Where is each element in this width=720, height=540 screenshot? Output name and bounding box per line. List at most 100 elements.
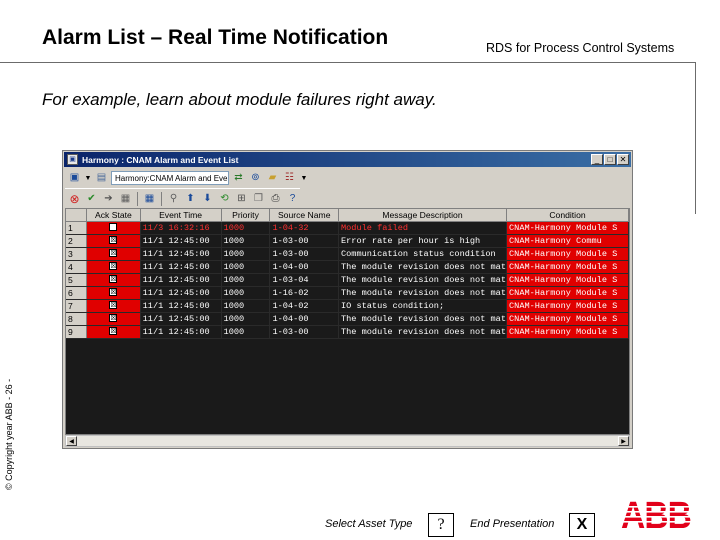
copy-icon[interactable]: ❐ [251,191,266,206]
calendar-icon[interactable]: ▦ [142,191,157,206]
location-combo-value: Harmony:CNAM Alarm and Event Lis [115,173,228,183]
table-header-row: Ack State Event Time Priority Source Nam… [66,209,629,222]
column-header-event-time[interactable]: Event Time [140,209,222,222]
priority-cell: 1000 [221,299,271,313]
column-header-condition[interactable]: Condition [506,209,629,222]
empty-cell [507,351,629,364]
column-header-priority[interactable]: Priority [221,209,271,222]
column-header-ack-state[interactable]: Ack State [86,209,141,222]
down-icon[interactable]: ⬇ [200,191,215,206]
table-row[interactable]: 3 ☒ 11/1 12:45:00 1000 1-03-00 Communication … [66,247,629,261]
stop-icon[interactable]: ⊗ [67,191,82,206]
table-row[interactable]: 9 ☒ 11/1 12:45:00 1000 1-03-00 The module rev… [66,325,629,339]
ack-state-cell: ☒ [86,312,141,326]
end-presentation-label: End Presentation [470,518,555,530]
window-titlebar[interactable]: ▣ Harmony : CNAM Alarm and Event List _ … [64,152,631,167]
event-time-cell: 11/1 12:45:00 [140,247,222,261]
refresh-icon[interactable]: ⟲ [217,191,232,206]
list-icon[interactable]: ▤ [94,171,109,186]
empty-cell [507,403,629,416]
condition-cell: CNAM-Harmony Module S [506,312,629,326]
row-number: 1 [66,221,88,235]
ack-checkbox[interactable]: ☒ [109,327,118,336]
print-icon[interactable]: ⎙ [268,191,283,206]
column-header-message-description[interactable]: Message Description [338,209,508,222]
window-controls: _ □ ✕ [591,154,629,165]
ack-state-cell: ☒ [86,260,141,274]
group-icon[interactable]: ▦ [118,191,133,206]
scroll-right-icon[interactable]: ▶ [618,436,629,446]
ack-checkbox[interactable]: ☒ [109,288,118,297]
minimize-button[interactable]: _ [591,154,603,165]
scroll-left-icon[interactable]: ◀ [66,436,77,446]
event-time-cell: 11/1 12:45:00 [140,234,222,248]
filter-icon[interactable]: ⊞ [234,191,249,206]
ack-checkbox[interactable] [109,223,118,232]
message-description-cell: The module revision does not mat [338,286,508,300]
help-icon[interactable]: ? [285,191,300,206]
table-row[interactable]: 8 ☒ 11/1 12:45:00 1000 1-04-00 The module rev… [66,312,629,326]
window-icon[interactable]: ▣ [67,171,82,186]
ack-checkbox[interactable]: ☒ [109,262,118,271]
ack-checkbox[interactable]: ☒ [109,249,118,258]
empty-cell [507,338,629,351]
folder-icon[interactable]: ▰ [265,171,280,186]
empty-cell [221,351,270,364]
select-asset-type-button[interactable]: ? [428,513,454,537]
event-time-cell: 11/3 16:32:16 [140,221,222,235]
empty-cell [338,403,506,416]
dropdown-icon[interactable]: ▼ [84,171,92,186]
priority-cell: 1000 [221,286,271,300]
event-time-cell: 11/1 12:45:00 [140,312,222,326]
horizontal-scrollbar[interactable]: ◀ ▶ [65,435,630,447]
maximize-button[interactable]: □ [604,154,616,165]
row-number: 6 [66,286,88,300]
properties-icon[interactable]: ☷ [282,171,297,186]
event-time-cell: 11/1 12:45:00 [140,273,222,287]
empty-cell [338,338,506,351]
column-header[interactable] [66,209,88,222]
alarm-grid[interactable]: Ack State Event Time Priority Source Nam… [65,208,630,435]
condition-cell: CNAM-Harmony Module S [506,273,629,287]
table-row[interactable]: 2 ☒ 11/1 12:45:00 1000 1-03-00 Error rate per… [66,234,629,248]
empty-cell [140,364,221,377]
empty-cell [270,390,339,403]
close-button[interactable]: ✕ [617,154,629,165]
location-combo[interactable]: Harmony:CNAM Alarm and Event Lis ▼ [111,171,229,185]
acknowledge-icon[interactable]: ✔ [84,191,99,206]
up-icon[interactable]: ⬆ [183,191,198,206]
column-header-source-name[interactable]: Source Name [269,209,339,222]
message-description-cell: The module revision does not mat [338,273,508,287]
side-rule [695,62,696,214]
explore-icon[interactable]: ⊚ [248,171,263,186]
menu-icon[interactable]: ▼ [299,171,309,186]
empty-cell [87,403,140,416]
navigate-icon[interactable]: ⇄ [231,171,246,186]
table-row[interactable]: 7 ☒ 11/1 12:45:00 1000 1-04-02 IO status cond… [66,299,629,313]
source-name-cell: 1-03-00 [269,247,339,261]
ack-checkbox[interactable]: ☒ [109,236,118,245]
table-row[interactable]: 5 ☒ 11/1 12:45:00 1000 1-03-04 The module rev… [66,273,629,287]
message-description-cell: Module failed [338,221,508,235]
end-presentation-button[interactable]: X [569,513,595,537]
priority-cell: 1000 [221,221,271,235]
copyright-text: © Copyright year ABB - 26 - [4,378,14,490]
message-description-cell: The module revision does not mat [338,312,508,326]
select-asset-type-label: Select Asset Type [325,518,413,530]
condition-cell: CNAM-Harmony Module S [506,221,629,235]
table-row[interactable]: 6 ☒ 11/1 12:45:00 1000 1-16-02 The module rev… [66,286,629,300]
ack-checkbox[interactable]: ☒ [109,314,118,323]
empty-cell [270,377,339,390]
arrow-icon[interactable]: ➔ [101,191,116,206]
ack-checkbox[interactable]: ☒ [109,275,118,284]
table-row[interactable]: 1 11/3 16:32:16 1000 1-04-32 Module failed CN… [66,221,629,235]
row-number: 2 [66,234,88,248]
table-row[interactable]: 4 ☒ 11/1 12:45:00 1000 1-04-00 The module rev… [66,260,629,274]
empty-cell [270,351,339,364]
search-icon[interactable]: ⚲ [166,191,181,206]
empty-row [66,351,629,364]
condition-cell: CNAM-Harmony Module S [506,299,629,313]
source-name-cell: 1-04-00 [269,260,339,274]
ack-state-cell: ☒ [86,273,141,287]
ack-checkbox[interactable]: ☒ [109,301,118,310]
